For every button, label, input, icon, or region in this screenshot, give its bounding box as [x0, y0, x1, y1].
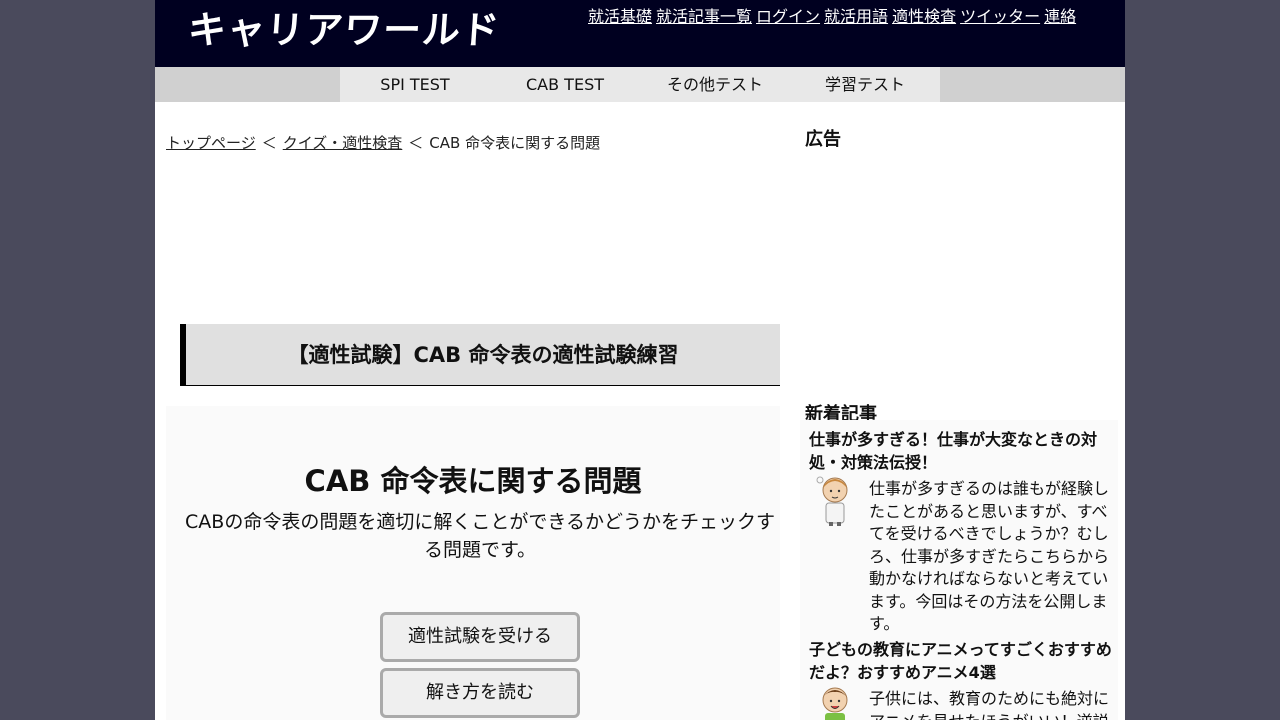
link-login[interactable]: ログイン: [756, 6, 820, 28]
nav-item-cab-test[interactable]: CAB TEST: [490, 67, 640, 102]
article-list: 仕事が多すぎる！仕事が大変なときの対処・対策法伝授！ 仕事が多すぎるのは誰もが経…: [800, 420, 1118, 720]
site-header: キャリアワールド 就活基礎 就活記事一覧 ログイン 就活用語 適性検査 ツイッタ…: [155, 0, 1125, 67]
article-title[interactable]: 子どもの教育にアニメってすごくおすすめだよ？おすすめアニメ4選: [809, 638, 1119, 684]
breadcrumb-separator: ＜: [408, 134, 424, 152]
breadcrumb: トップページ ＜ クイズ・適性検査 ＜ CAB 命令表に関する問題: [166, 132, 600, 153]
quiz-title: CAB 命令表に関する問題: [304, 464, 642, 498]
link-shukatsu-basics[interactable]: 就活基礎: [588, 6, 652, 28]
link-article-list[interactable]: 就活記事一覧: [656, 6, 752, 28]
link-contact[interactable]: 連絡: [1044, 6, 1076, 28]
take-test-button[interactable]: 適性試験を受ける: [380, 612, 580, 662]
nav-bar: SPI TEST CAB TEST その他テスト 学習テスト: [155, 67, 1125, 102]
link-aptitude-test[interactable]: 適性検査: [892, 6, 956, 28]
page: キャリアワールド 就活基礎 就活記事一覧 ログイン 就活用語 適性検査 ツイッタ…: [155, 0, 1125, 720]
site-logo[interactable]: キャリアワールド: [186, 4, 502, 56]
person-thinking-icon: [816, 476, 848, 526]
breadcrumb-current: CAB 命令表に関する問題: [429, 134, 601, 152]
breadcrumb-separator: ＜: [261, 134, 277, 152]
breadcrumb-home[interactable]: トップページ: [166, 134, 256, 152]
person-smiling-icon: [822, 687, 848, 720]
article-excerpt: 子供には、教育のためにも絶対にアニメを見せたほうがいい！逆説: [869, 689, 1110, 720]
breadcrumb-category[interactable]: クイズ・適性検査: [283, 134, 403, 152]
header-links: 就活基礎 就活記事一覧 ログイン 就活用語 適性検査 ツイッター 連絡: [588, 6, 1076, 28]
quiz-description: CABの命令表の問題を適切に解くことができるかどうかをチェックする問題です。: [185, 511, 775, 561]
read-solution-button[interactable]: 解き方を読む: [380, 668, 580, 718]
nav-menu: SPI TEST CAB TEST その他テスト 学習テスト: [340, 67, 940, 102]
page-heading: 【適性試験】CAB 命令表の適性試験練習: [180, 324, 780, 386]
article-excerpt: 仕事が多すぎるのは誰もが経験したことがあると思いますが、すべてを受けるべきでしょ…: [869, 479, 1110, 633]
article-title[interactable]: 仕事が多すぎる！仕事が大変なときの対処・対策法伝授！: [809, 428, 1119, 474]
nav-item-other-tests[interactable]: その他テスト: [640, 67, 790, 102]
link-glossary[interactable]: 就活用語: [824, 6, 888, 28]
ad-label: 広告: [805, 129, 841, 150]
nav-item-learning-test[interactable]: 学習テスト: [790, 67, 940, 102]
nav-item-spi-test[interactable]: SPI TEST: [340, 67, 490, 102]
link-twitter[interactable]: ツイッター: [960, 6, 1040, 28]
quiz-card: CAB 命令表に関する問題 CABの命令表の問題を適切に解くことができるかどうか…: [166, 406, 780, 720]
